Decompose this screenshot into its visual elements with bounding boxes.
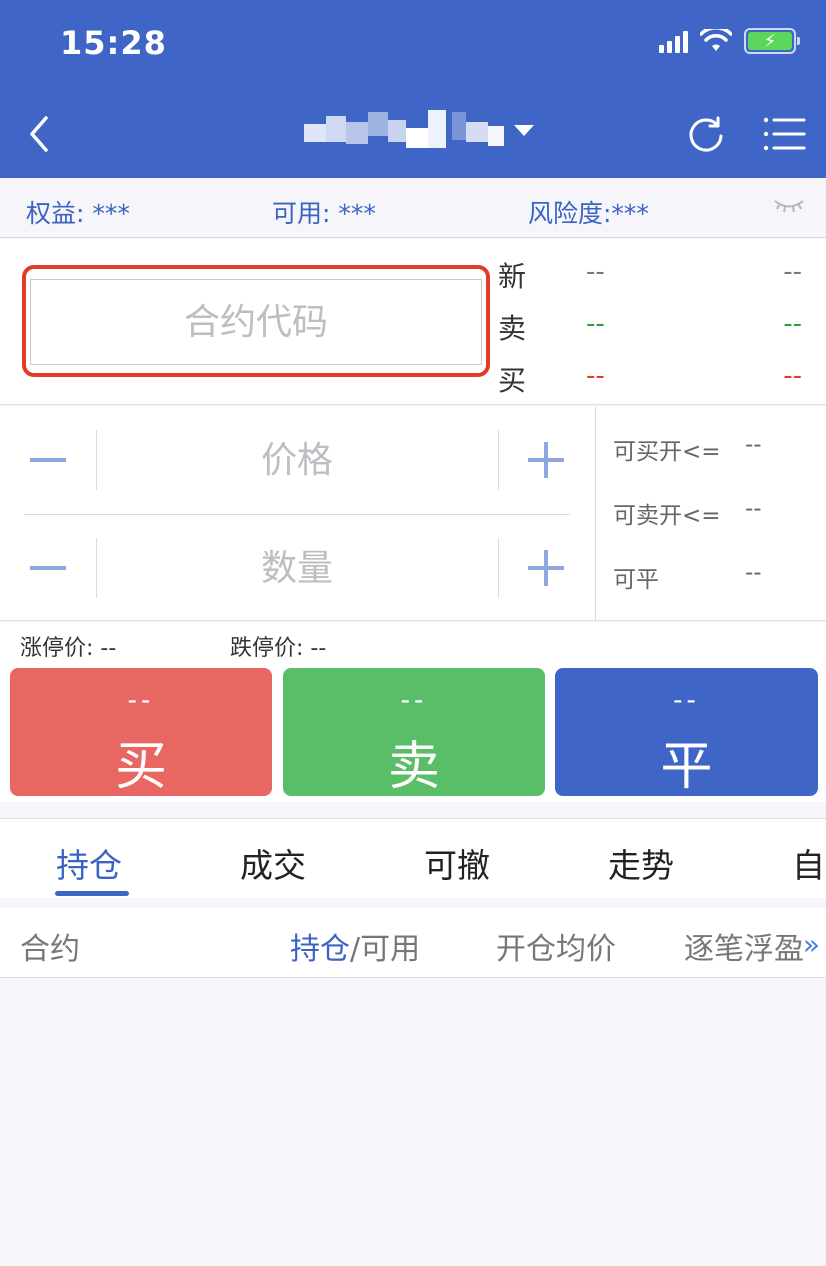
quote-label-ask: 卖 [498,312,527,345]
close-price: -- [673,684,700,715]
bottom-tabs: 持仓 成交 可撤 走势 自 [0,818,826,898]
quantity-decrease-button[interactable] [24,538,72,598]
contract-code-input[interactable] [31,301,481,343]
status-time: 15:28 [60,24,167,62]
quantity-input[interactable] [97,538,497,598]
account-title-dropdown[interactable] [302,108,538,152]
close-position-button[interactable]: -- 平 [555,668,818,796]
avail-sell-open-label: 可卖开<= [613,503,721,529]
limit-up-price: 涨停价: -- [20,636,117,661]
avail-buy-open-value: -- [745,432,762,458]
order-entry-section: 可买开<= -- 可卖开<= -- 可平 -- [0,406,826,621]
quote-label-last: 新 [498,260,527,293]
back-icon[interactable] [22,112,62,156]
divider [595,406,596,621]
avail-buy-open-label: 可买开<= [613,439,721,465]
quote-ask-price: -- [586,309,605,339]
avail-close-label: 可平 [613,567,659,593]
sell-label: 卖 [387,738,440,796]
status-icons: ⚡ [659,28,800,54]
menu-list-icon[interactable] [762,114,806,154]
hide-eye-icon[interactable] [772,196,806,216]
col-contract[interactable]: 合约 [20,924,80,968]
tab-trend[interactable]: 走势 [608,839,674,887]
tab-positions[interactable]: 持仓 [56,839,122,887]
risk-text: 风险度:*** [528,199,649,228]
buy-label: 买 [114,738,167,796]
avail-buy-open: 可买开<= -- [613,432,813,466]
contract-field[interactable] [30,279,482,365]
avail-sell-open: 可卖开<= -- [613,496,813,530]
wifi-icon [700,29,732,51]
sell-price: -- [400,684,428,715]
positions-list-empty [0,979,826,1266]
quote-bid-volume: -- [783,361,802,391]
quote-bid-price: -- [586,361,605,391]
quote-row-ask: 卖 -- -- [498,307,808,357]
minus-icon [30,458,66,462]
quantity-stepper [24,538,570,598]
tab-cancelable[interactable]: 可撤 [424,839,490,887]
divider [498,538,499,598]
account-summary-bar: 权益: *** 可用: *** 风险度:*** [0,178,826,238]
quote-last-value-2: -- [783,257,802,287]
quantity-increase-button[interactable] [522,538,570,598]
plus-icon [528,442,564,478]
active-tab-indicator [55,891,129,896]
top-header: 15:28 ⚡ [0,0,826,178]
col-position-label: 持仓 [290,932,350,967]
sell-button[interactable]: -- 卖 [283,668,545,796]
divider [498,430,499,490]
price-increase-button[interactable] [522,430,570,490]
refresh-icon[interactable] [686,114,726,154]
avail-close: 可平 -- [613,560,813,594]
quote-last-value: -- [586,257,605,287]
price-decrease-button[interactable] [24,430,72,490]
buy-button[interactable]: -- 买 [10,668,272,796]
limit-down-price: 跌停价: -- [230,636,327,661]
available-text: 可用: *** [272,199,376,228]
price-input[interactable] [97,430,497,490]
cellular-signal-icon [659,29,688,53]
quote-row-bid: 买 -- -- [498,359,808,409]
close-label: 平 [660,738,713,796]
minus-icon [30,566,66,570]
trade-button-area: -- 买 -- 卖 -- 平 [0,656,826,802]
account-title [302,108,504,152]
tab-trades[interactable]: 成交 [240,839,306,887]
price-stepper [24,430,570,490]
avail-sell-open-value: -- [745,496,762,522]
equity-text: 权益: *** [26,199,130,228]
divider [24,514,570,515]
quote-label-bid: 买 [498,364,527,397]
avail-close-value: -- [745,560,762,586]
col-position-available[interactable]: 持仓/可用 [290,924,420,968]
more-columns-icon[interactable]: » [803,928,820,961]
battery-icon: ⚡ [744,28,800,54]
plus-icon [528,550,564,586]
quote-ask-volume: -- [783,309,802,339]
contract-section: 新 -- -- 卖 -- -- 买 -- -- [0,239,826,405]
col-open-avg-price[interactable]: 开仓均价 [496,924,616,968]
tab-more[interactable]: 自 [792,839,825,887]
buy-price: -- [127,684,155,715]
col-available-label: /可用 [350,932,421,967]
quote-row-last: 新 -- -- [498,255,808,305]
dropdown-arrow-icon [514,124,534,136]
positions-table-header: 合约 持仓/可用 开仓均价 逐笔浮盈 » [0,908,826,978]
limit-price-row: 涨停价: -- 跌停价: -- [0,622,826,664]
col-float-pnl[interactable]: 逐笔浮盈 [684,924,804,968]
contract-highlight-box [22,265,490,377]
